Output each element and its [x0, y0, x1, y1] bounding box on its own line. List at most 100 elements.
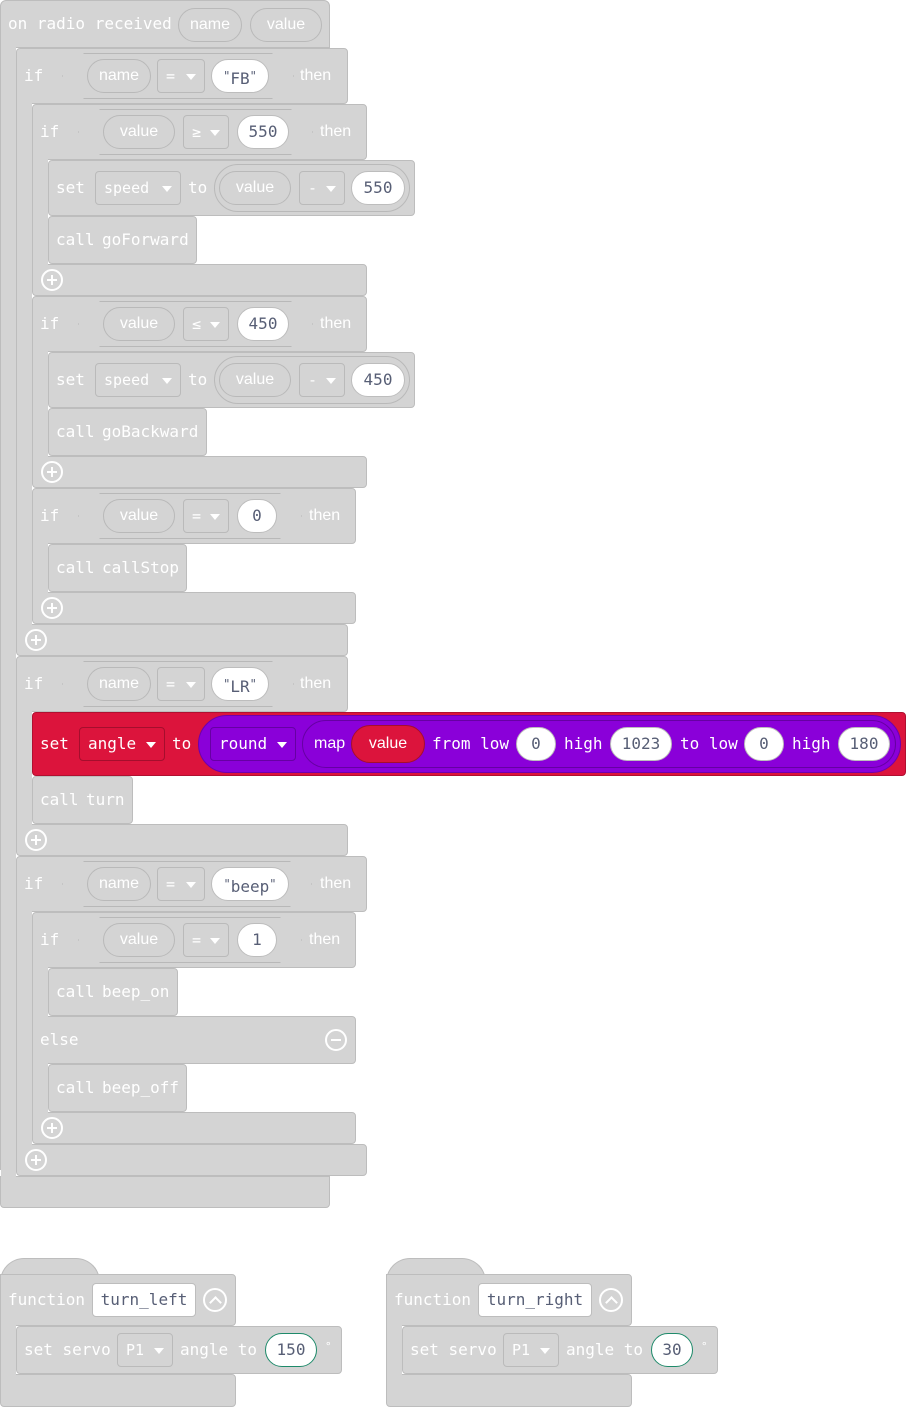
add-else-icon[interactable] — [25, 1149, 47, 1171]
var-value[interactable]: value — [219, 363, 291, 397]
pin-dropdown[interactable]: P1 — [503, 1333, 559, 1367]
number-550[interactable]: 550 — [351, 171, 405, 205]
then-keyword: then — [309, 931, 341, 948]
high-keyword: high — [792, 734, 831, 753]
speed-var-dropdown[interactable]: speed — [95, 171, 181, 205]
collapse-icon[interactable] — [203, 1288, 227, 1312]
function-name-field[interactable]: turn_left — [92, 1283, 196, 1317]
function-name: callStop — [102, 558, 180, 577]
if-gte-bottom — [32, 264, 367, 296]
angle-to-keyword: angle to — [180, 1340, 258, 1359]
if-else-bottom — [32, 1112, 356, 1144]
number-to-low[interactable]: 0 — [744, 727, 784, 761]
call-keyword: call — [56, 1078, 95, 1097]
chevron-down-icon — [154, 1348, 164, 1354]
speed-var-dropdown[interactable]: speed — [95, 363, 181, 397]
op-gte-dropdown[interactable]: ≥ — [183, 115, 229, 149]
number-0[interactable]: 0 — [237, 499, 277, 533]
string-fb[interactable]: "FB" — [211, 59, 269, 93]
chevron-down-icon — [186, 682, 196, 688]
if-beep-bottom — [16, 1144, 367, 1176]
add-else-icon[interactable] — [41, 461, 63, 483]
chevron-down-icon — [540, 1348, 550, 1354]
chevron-down-icon — [146, 742, 156, 748]
add-else-icon[interactable] — [41, 597, 63, 619]
add-else-icon[interactable] — [41, 269, 63, 291]
then-keyword: then — [320, 123, 352, 140]
var-name[interactable]: name — [87, 667, 151, 701]
chevron-down-icon — [210, 514, 220, 520]
pin-dropdown[interactable]: P1 — [117, 1333, 173, 1367]
var-name[interactable]: name — [87, 59, 151, 93]
chevron-down-icon — [210, 322, 220, 328]
function-name: beep_on — [102, 982, 170, 1001]
op-eq-dropdown[interactable]: = — [157, 867, 205, 901]
map-keyword: map — [314, 735, 346, 752]
angle-var-dropdown[interactable]: angle — [79, 727, 165, 761]
param-name-pill[interactable]: name — [178, 8, 242, 42]
op-eq-dropdown[interactable]: = — [157, 59, 205, 93]
chevron-down-icon — [162, 186, 172, 192]
number-450[interactable]: 450 — [351, 363, 405, 397]
if-keyword: if — [40, 314, 60, 333]
op-eq-dropdown[interactable]: = — [183, 499, 229, 533]
degree-symbol: ° — [701, 1340, 708, 1353]
number-550[interactable]: 550 — [237, 115, 289, 149]
event-label: on radio received — [8, 14, 172, 33]
op-eq-dropdown[interactable]: = — [183, 923, 229, 957]
set-keyword: set — [40, 734, 69, 753]
set-servo-keyword: set servo — [24, 1340, 111, 1359]
number-from-high[interactable]: 1023 — [610, 727, 672, 761]
var-value[interactable]: value — [103, 923, 175, 957]
var-name[interactable]: name — [87, 867, 151, 901]
remove-else-icon[interactable] — [325, 1029, 347, 1051]
var-value-reporter[interactable]: value — [351, 725, 425, 763]
high-keyword: high — [564, 734, 603, 753]
function-keyword: function — [394, 1290, 472, 1309]
to-low-keyword: to low — [680, 734, 738, 753]
var-value[interactable]: value — [103, 115, 175, 149]
chevron-down-icon — [162, 378, 172, 384]
chevron-down-icon — [186, 882, 196, 888]
string-beep[interactable]: "beep" — [211, 867, 289, 901]
to-keyword: to — [188, 178, 208, 197]
param-value-pill[interactable]: value — [250, 8, 322, 42]
if-lr-bottom — [16, 824, 348, 856]
op-lte-dropdown[interactable]: ≤ — [183, 307, 229, 341]
number-1[interactable]: 1 — [237, 923, 277, 957]
op-eq-dropdown[interactable]: = — [157, 667, 205, 701]
string-lr[interactable]: "LR" — [211, 667, 269, 701]
call-keyword: call — [56, 230, 95, 249]
then-keyword: then — [309, 507, 341, 524]
if-fb-bottom — [16, 624, 348, 656]
function-turn-right-bottom — [386, 1374, 632, 1407]
var-value[interactable]: value — [219, 171, 291, 205]
chevron-down-icon — [186, 74, 196, 80]
number-450[interactable]: 450 — [237, 307, 289, 341]
round-op-dropdown[interactable]: round — [210, 727, 296, 761]
angle-number[interactable]: 150 — [265, 1333, 317, 1367]
function-keyword: function — [8, 1290, 86, 1309]
add-else-icon[interactable] — [41, 1117, 63, 1139]
if-keyword: if — [40, 122, 60, 141]
chevron-down-icon — [326, 186, 336, 192]
op-minus-dropdown[interactable]: - — [299, 363, 345, 397]
op-minus-dropdown[interactable]: - — [299, 171, 345, 205]
to-keyword: to — [172, 734, 192, 753]
function-name-field[interactable]: turn_right — [478, 1283, 592, 1317]
set-keyword: set — [56, 370, 85, 389]
from-low-keyword: from low — [432, 734, 510, 753]
angle-to-keyword: angle to — [566, 1340, 644, 1359]
angle-number[interactable]: 30 — [651, 1333, 693, 1367]
call-keyword: call — [56, 982, 95, 1001]
if-eq-zero-bottom — [32, 592, 356, 624]
number-from-low[interactable]: 0 — [516, 727, 556, 761]
collapse-icon[interactable] — [599, 1288, 623, 1312]
add-else-icon[interactable] — [25, 829, 47, 851]
add-else-icon[interactable] — [25, 629, 47, 651]
outer-spine — [0, 40, 16, 1170]
number-to-high[interactable]: 180 — [838, 727, 890, 761]
var-value[interactable]: value — [103, 307, 175, 341]
degree-symbol: ° — [325, 1340, 332, 1353]
var-value[interactable]: value — [103, 499, 175, 533]
